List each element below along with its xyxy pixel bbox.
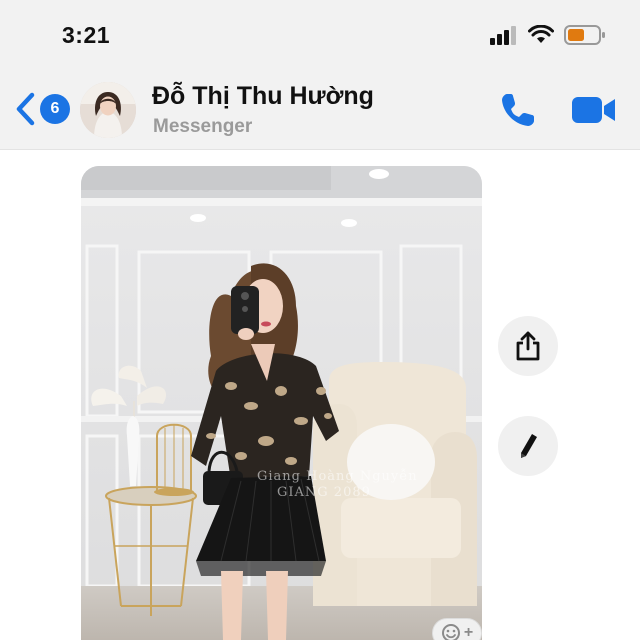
back-button[interactable]: 6 — [14, 90, 70, 128]
photo-watermark: Giang Hoàng Nguyễn GIANG 2089 — [257, 469, 418, 501]
phone-call-icon — [502, 94, 534, 126]
status-bar: 3:21 — [0, 0, 640, 70]
smiley-add-icon — [441, 624, 460, 640]
reaction-plus: + — [463, 624, 474, 640]
edit-button[interactable] — [498, 416, 558, 476]
watermark-line-1: Giang Hoàng Nguyễn — [257, 469, 418, 484]
contact-subtitle: Messenger — [153, 116, 253, 137]
status-time: 3:21 — [62, 22, 111, 48]
share-icon — [516, 331, 540, 361]
cellular-signal-icon — [490, 26, 516, 45]
video-camera-icon — [572, 97, 615, 123]
contact-name[interactable]: Đỗ Thị Thu Hường — [152, 82, 374, 111]
message-photo[interactable]: Giang Hoàng Nguyễn GIANG 2089 — [81, 166, 482, 640]
photo-image — [81, 166, 482, 640]
share-button[interactable] — [498, 316, 558, 376]
conversation-header: 6 Đỗ Thị Thu Hường Messenger — [0, 70, 640, 150]
wifi-icon — [528, 25, 554, 43]
add-reaction-button[interactable]: + — [432, 618, 482, 640]
battery-low-icon — [564, 25, 605, 45]
status-icons — [490, 24, 606, 46]
edit-pencil-icon — [521, 434, 537, 458]
contact-avatar[interactable] — [80, 82, 136, 138]
unread-count-badge: 6 — [40, 94, 70, 124]
back-chevron-icon — [16, 92, 35, 126]
video-call-button[interactable] — [570, 92, 618, 128]
avatar-image — [80, 82, 136, 138]
audio-call-button[interactable] — [498, 90, 538, 130]
watermark-line-2: GIANG 2089 — [277, 485, 371, 500]
